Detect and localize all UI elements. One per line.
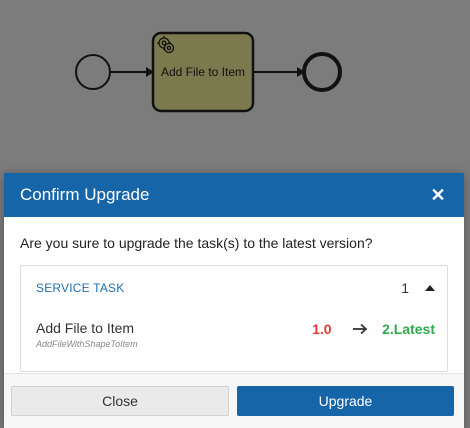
dialog-footer: Close Upgrade [4, 373, 464, 428]
task-label: Add File to Item [161, 65, 245, 79]
new-version: 2.Latest [382, 321, 435, 337]
dialog-body: Are you sure to upgrade the task(s) to t… [4, 217, 464, 372]
task-name: Add File to Item [36, 320, 135, 336]
task-group-type: SERVICE TASK [36, 281, 125, 295]
arrow-right-icon [353, 323, 368, 335]
collapse-caret-icon[interactable] [425, 285, 435, 291]
task-group-controls: 1 [401, 280, 435, 296]
task-count: 1 [401, 280, 409, 296]
start-event[interactable] [75, 54, 111, 90]
dialog-title: Confirm Upgrade [20, 185, 150, 204]
old-version: 1.0 [312, 321, 332, 337]
task-group-panel: SERVICE TASK 1 Add File to Item AddFileW… [20, 265, 448, 372]
task-names: Add File to Item AddFileWithShapeToItem [36, 320, 138, 349]
task-id: AddFileWithShapeToItem [36, 339, 138, 349]
dialog-header: Confirm Upgrade ✕ [4, 173, 464, 217]
close-button[interactable]: Close [11, 386, 229, 416]
bpmn-diagram: Add File to Item [75, 31, 342, 113]
confirm-question: Are you sure to upgrade the task(s) to t… [20, 235, 373, 251]
task-row: Add File to Item AddFileWithShapeToItem … [21, 310, 447, 349]
service-task[interactable]: Add File to Item [151, 31, 255, 113]
close-icon[interactable]: ✕ [428, 185, 448, 205]
task-group-header[interactable]: SERVICE TASK 1 [21, 266, 447, 310]
version-change: 1.0 2.Latest [312, 321, 435, 337]
upgrade-button[interactable]: Upgrade [237, 386, 454, 416]
end-event[interactable] [302, 52, 342, 92]
confirm-upgrade-dialog: Confirm Upgrade ✕ Are you sure to upgrad… [4, 173, 464, 428]
